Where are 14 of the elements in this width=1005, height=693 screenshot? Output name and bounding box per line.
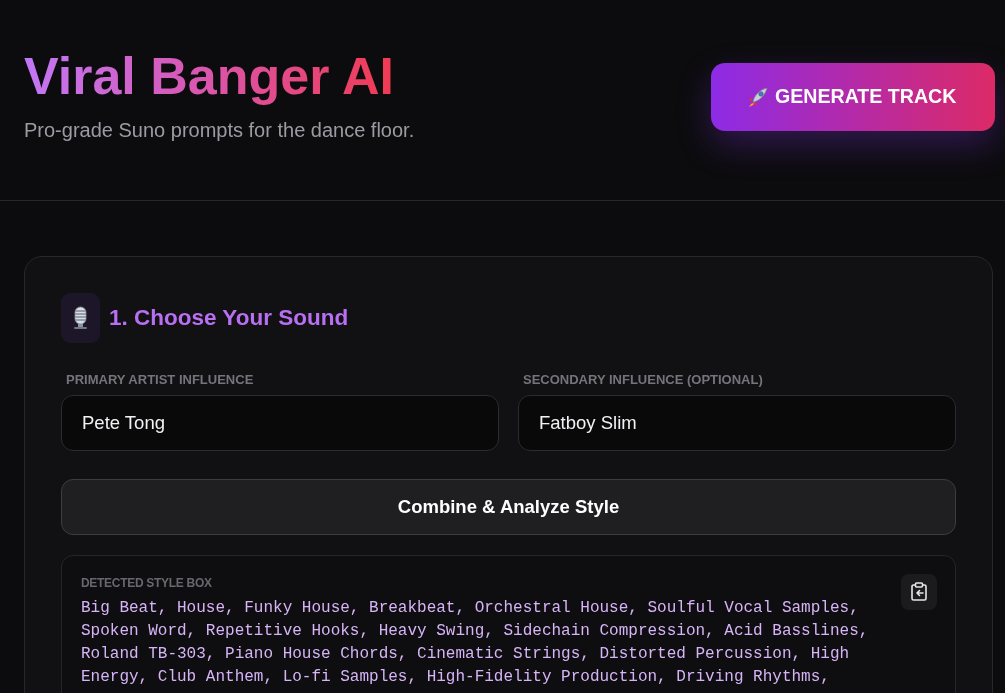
copy-button[interactable] (901, 573, 937, 610)
clipboard-icon (911, 582, 927, 602)
rocket-icon (747, 85, 769, 108)
field-label: PRIMARY ARTIST INFLUENCE (65, 371, 254, 388)
generate-track-button[interactable]: GENERATE TRACK (711, 62, 995, 131)
input-field[interactable]: Pete Tong (61, 394, 499, 451)
app-subtitle: Pro-grade Suno prompts for the dance floor. (24, 117, 415, 143)
analyze-style-button[interactable]: Combine & Analyze Style (61, 478, 956, 535)
style-text: Big Beat, House, Funky House, Breakbeat, Orchestral House, Soulful Vocal Samples, Spoken Word, Repetitive Hooks, Heavy Swing, Sidechain Compression, Acid Basslines, Roland TB-303, Piano House Chords, Cinematic Strings, Distorted Percussion, High Energy, Club Anthem, Lo-fi Samples, High-Fidelity Production, Driving Rhythms, (81, 597, 870, 688)
field-label: SECONDARY INFLUENCE (OPTIONAL) (522, 371, 763, 388)
section-title: 1. Choose Your Sound (109, 304, 349, 331)
style-box-label: DETECTED STYLE BOX (81, 574, 212, 591)
input-field[interactable]: Fatboy Slim (518, 394, 956, 451)
microphone-icon (61, 292, 100, 343)
